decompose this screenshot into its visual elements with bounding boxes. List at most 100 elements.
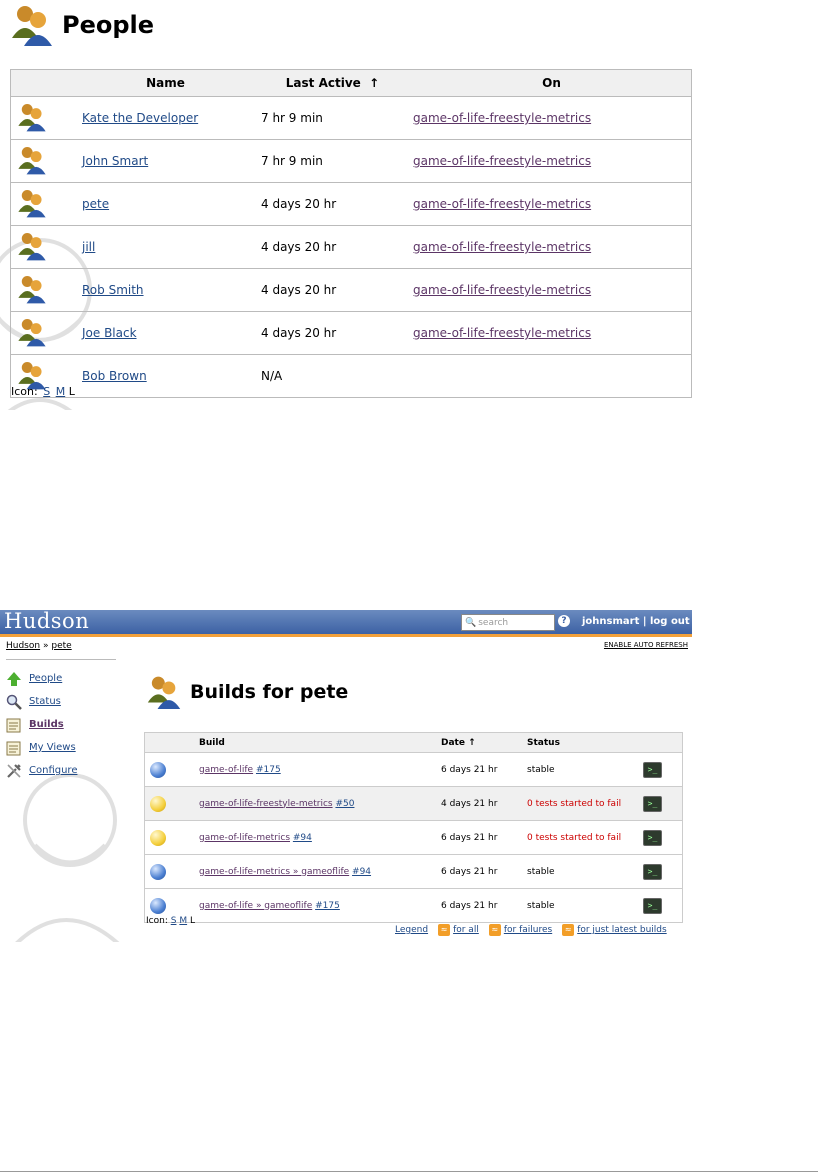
- console-output-icon[interactable]: >_: [643, 795, 662, 812]
- job-link[interactable]: game-of-life: [199, 765, 253, 775]
- build-number-link[interactable]: #94: [352, 867, 371, 877]
- build-number-link[interactable]: #50: [335, 799, 354, 809]
- on-cell: game-of-life-freestyle-metrics: [412, 139, 692, 183]
- person-icon: [18, 232, 46, 260]
- person-name-link[interactable]: Bob Brown: [82, 369, 147, 383]
- on-cell: [412, 355, 692, 398]
- job-link[interactable]: game-of-life-metrics » gameoflife: [199, 867, 349, 877]
- name-header-label: Name: [146, 76, 185, 90]
- builds-table-body: game-of-life #175 6 days 21 hr stable >_ gam…: [144, 752, 683, 923]
- person-name-link[interactable]: John Smart: [82, 154, 148, 168]
- build-cell: game-of-life-metrics #94: [198, 820, 440, 855]
- person-icon: [18, 275, 46, 303]
- person-cell: [10, 311, 78, 355]
- build-number-link[interactable]: #175: [256, 765, 281, 775]
- console-output-icon[interactable]: >_: [643, 863, 662, 880]
- sidebar-item-builds-label[interactable]: Builds: [29, 719, 64, 730]
- icon-size-medium-link[interactable]: M: [179, 916, 187, 926]
- job-link[interactable]: game-of-life-freestyle-metrics: [413, 154, 591, 168]
- last-active-column-header[interactable]: Last Active ↑: [253, 69, 412, 97]
- enable-auto-refresh-link[interactable]: ENABLE AUTO REFRESH: [604, 641, 688, 649]
- console-column-header: [642, 732, 683, 753]
- legend-link[interactable]: Legend: [395, 925, 428, 935]
- person-cell: [10, 139, 78, 183]
- icon-size-small-link[interactable]: S: [43, 385, 50, 398]
- rss-failures-link[interactable]: for failures: [504, 925, 552, 935]
- person-name-link[interactable]: jill: [82, 240, 95, 254]
- user-links: johnsmart | log out: [582, 616, 690, 627]
- builds-header: Builds for pete: [146, 675, 348, 709]
- build-number-link[interactable]: #175: [315, 901, 340, 911]
- magnifier-icon: [5, 693, 23, 711]
- build-row: game-of-life-metrics » gameoflife #94 6 d…: [144, 854, 683, 889]
- person-name-link[interactable]: pete: [82, 197, 109, 211]
- status-cell: 0 tests started to fail: [526, 820, 642, 855]
- person-cell: [10, 96, 78, 140]
- sidebar-item-my-views[interactable]: My Views: [5, 736, 77, 759]
- sidebar-item-my-views-label[interactable]: My Views: [29, 742, 76, 753]
- build-column-header[interactable]: Build: [198, 732, 440, 753]
- sidebar: People Status Builds My Views Configure: [5, 667, 77, 782]
- icon-column-header: [10, 69, 78, 97]
- people-table: Name Last Active ↑ On Kate the Developer…: [10, 69, 692, 398]
- hudson-logo[interactable]: Hudson: [4, 610, 89, 633]
- breadcrumb-root-link[interactable]: Hudson: [6, 641, 40, 651]
- on-column-header[interactable]: On: [412, 69, 692, 97]
- date-cell: 6 days 21 hr: [440, 820, 526, 855]
- last-active-cell: N/A: [261, 369, 283, 383]
- sidebar-item-status-label[interactable]: Status: [29, 696, 61, 707]
- job-link[interactable]: game-of-life » gameoflife: [199, 901, 312, 911]
- icon-size-small-link[interactable]: S: [171, 916, 177, 926]
- person-icon: [18, 318, 46, 346]
- rss-links: Legend ≈ for all ≈ for failures ≈ for ju…: [395, 924, 667, 936]
- sidebar-item-status[interactable]: Status: [5, 690, 77, 713]
- icon-size-large-current: L: [68, 385, 75, 398]
- logout-link[interactable]: log out: [650, 616, 690, 627]
- person-icon: [18, 103, 46, 131]
- console-output-icon[interactable]: >_: [643, 897, 662, 914]
- status-ball-icon: [150, 761, 166, 778]
- rss-latest-link[interactable]: for just latest builds: [577, 925, 667, 935]
- people-table-body: Kate the Developer 7 hr 9 min game-of-life…: [10, 96, 692, 398]
- job-link[interactable]: game-of-life-freestyle-metrics: [413, 197, 591, 211]
- person-name-link[interactable]: Joe Black: [82, 326, 137, 340]
- user-link[interactable]: johnsmart: [582, 616, 639, 627]
- rss-icon: ≈: [438, 924, 451, 936]
- up-arrow-icon: [5, 670, 23, 688]
- console-output-icon[interactable]: >_: [643, 829, 662, 846]
- job-link[interactable]: game-of-life-freestyle-metrics: [413, 111, 591, 125]
- icon-size-label: Icon:: [11, 385, 38, 398]
- icon-size-medium-link[interactable]: M: [56, 385, 66, 398]
- search-input[interactable]: 🔍 search: [461, 614, 555, 631]
- job-link[interactable]: game-of-life-freestyle-metrics: [413, 326, 591, 340]
- job-link[interactable]: game-of-life-freestyle-metrics: [413, 283, 591, 297]
- job-link[interactable]: game-of-life-freestyle-metrics: [199, 799, 333, 809]
- person-name-link[interactable]: Rob Smith: [82, 283, 144, 297]
- job-link[interactable]: game-of-life-metrics: [199, 833, 290, 843]
- breadcrumb-current-link[interactable]: pete: [51, 641, 71, 651]
- build-cell: game-of-life #175: [198, 752, 440, 787]
- sidebar-item-builds[interactable]: Builds: [5, 713, 77, 736]
- rss-all-link[interactable]: for all: [453, 925, 479, 935]
- build-row: game-of-life-metrics #94 6 days 21 hr 0 te…: [144, 820, 683, 855]
- help-icon[interactable]: ?: [558, 615, 570, 627]
- sidebar-item-people[interactable]: People: [5, 667, 77, 690]
- console-output-icon[interactable]: >_: [643, 761, 662, 778]
- person-name-link[interactable]: Kate the Developer: [82, 111, 198, 125]
- icon-size-selector: Icon: S M L: [11, 385, 75, 398]
- sidebar-item-configure[interactable]: Configure: [5, 759, 77, 782]
- status-ball-cell: [144, 854, 198, 889]
- console-cell: >_: [642, 888, 683, 923]
- name-column-header[interactable]: Name: [78, 69, 253, 97]
- status-column-header[interactable]: Status: [526, 732, 642, 753]
- last-active-cell: 4 days 20 hr: [253, 311, 412, 355]
- status-ball-cell: [144, 752, 198, 787]
- sidebar-item-people-label[interactable]: People: [29, 673, 62, 684]
- date-column-header[interactable]: Date ↑: [440, 732, 526, 753]
- job-link[interactable]: game-of-life-freestyle-metrics: [413, 240, 591, 254]
- person-cell: [10, 225, 78, 269]
- console-cell: >_: [642, 854, 683, 889]
- build-number-link[interactable]: #94: [293, 833, 312, 843]
- wrench-icon: [5, 762, 23, 780]
- sidebar-item-configure-label[interactable]: Configure: [29, 765, 77, 776]
